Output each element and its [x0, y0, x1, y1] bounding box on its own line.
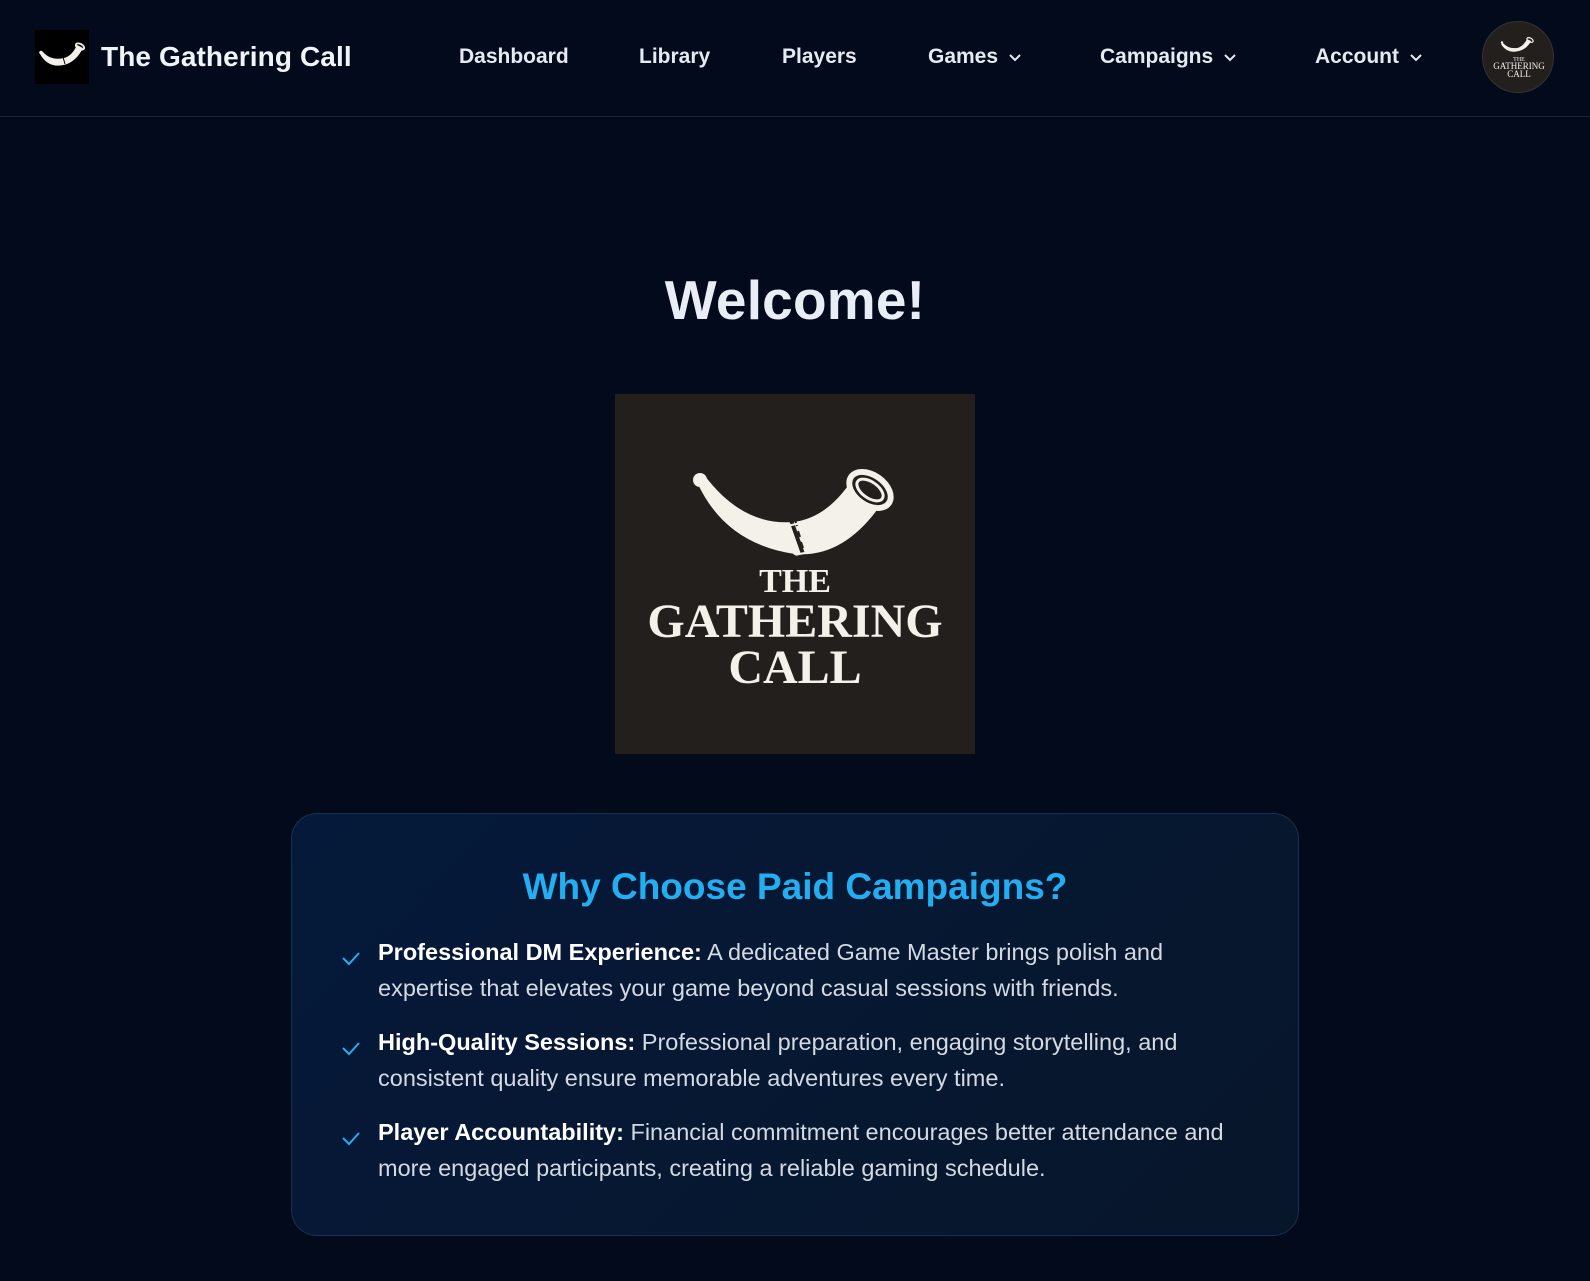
nav-dashboard[interactable]: Dashboard: [459, 40, 569, 74]
benefit-item: High-Quality Sessions: Professional prep…: [378, 1024, 1258, 1096]
benefit-item: Player Accountability: Financial commitm…: [378, 1114, 1258, 1186]
gathering-call-logo-icon: THE GATHERING CALL: [1493, 37, 1545, 79]
nav-games-dropdown[interactable]: Games: [928, 40, 1022, 74]
nav-players-label: Players: [782, 45, 857, 68]
brand-name: The Gathering Call: [101, 41, 352, 72]
nav-library-label: Library: [639, 45, 711, 68]
check-icon: [342, 952, 360, 966]
horn-icon: [35, 30, 89, 84]
chevron-down-icon: [1224, 54, 1236, 62]
check-icon: [342, 1042, 360, 1056]
benefit-heading: Player Accountability:: [378, 1119, 624, 1145]
nav-campaigns-dropdown[interactable]: Campaigns: [1100, 40, 1237, 74]
nav-dashboard-label: Dashboard: [459, 45, 569, 68]
gathering-call-logo-icon: THE GATHERING CALL: [647, 469, 943, 694]
brand-link[interactable]: The Gathering Call: [35, 30, 352, 84]
benefits-card: Why Choose Paid Campaigns? Professional …: [291, 813, 1299, 1236]
benefit-item: Professional DM Experience: A dedicated …: [378, 934, 1258, 1006]
benefit-heading: High-Quality Sessions:: [378, 1029, 636, 1055]
page-title: Welcome!: [664, 269, 926, 331]
nav-account-dropdown[interactable]: Account: [1315, 40, 1423, 74]
benefit-heading: Professional DM Experience:: [378, 939, 702, 965]
nav-games-label: Games: [928, 45, 999, 68]
nav-players[interactable]: Players: [782, 40, 857, 74]
chevron-down-icon: [1410, 54, 1422, 62]
svg-text:CALL: CALL: [1507, 69, 1531, 79]
top-navbar: The Gathering Call Dashboard Library Pla…: [0, 0, 1590, 117]
svg-text:CALL: CALL: [728, 641, 861, 694]
benefits-title: Why Choose Paid Campaigns?: [522, 866, 1068, 907]
hero-logo-image: THE GATHERING CALL: [615, 394, 975, 754]
check-icon: [342, 1132, 360, 1146]
nav-account-label: Account: [1315, 45, 1399, 68]
nav-library[interactable]: Library: [639, 40, 710, 74]
chevron-down-icon: [1009, 54, 1021, 62]
user-avatar[interactable]: THE GATHERING CALL: [1482, 21, 1554, 93]
nav-campaigns-label: Campaigns: [1100, 45, 1214, 68]
